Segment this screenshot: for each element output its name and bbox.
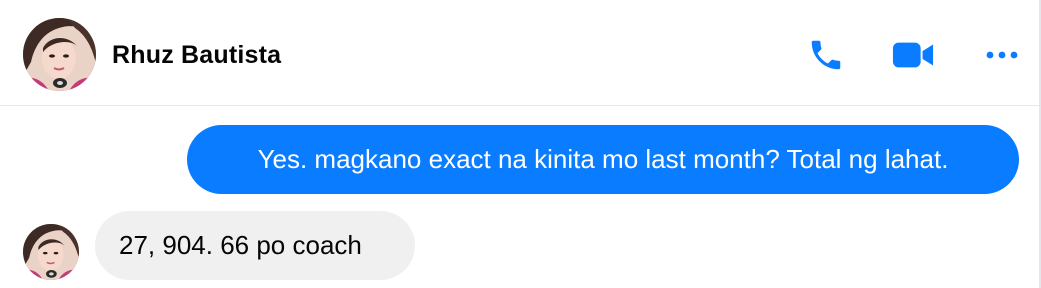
more-horizontal-icon (986, 51, 1018, 59)
avatar-photo-icon (23, 224, 79, 280)
chat-header: Rhuz Bautista (0, 0, 1039, 106)
chat-window: Rhuz Bautista Yes. magkano exact na kini… (0, 0, 1041, 288)
phone-icon (811, 40, 841, 70)
video-camera-icon (892, 42, 934, 68)
contact-name[interactable]: Rhuz Bautista (112, 41, 281, 70)
video-call-button[interactable] (892, 34, 934, 76)
incoming-message-bubble[interactable]: 27, 904. 66 po coach (95, 211, 415, 280)
outgoing-message-bubble[interactable]: Yes. magkano exact na kinita mo last mon… (187, 125, 1019, 194)
incoming-message-avatar[interactable] (23, 224, 79, 280)
more-options-button[interactable] (981, 34, 1023, 76)
phone-call-button[interactable] (805, 34, 847, 76)
avatar-photo-icon (23, 18, 96, 91)
contact-avatar[interactable] (23, 18, 96, 91)
